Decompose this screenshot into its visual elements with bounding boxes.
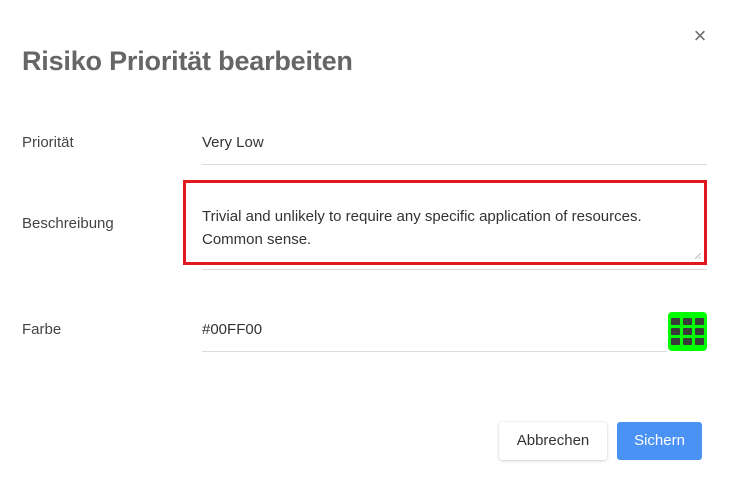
save-button[interactable]: Sichern [617, 422, 702, 460]
grid-icon [671, 318, 680, 325]
priority-label: Priorität [22, 134, 74, 151]
edit-priority-dialog: × Risiko Priorität bearbeiten Priorität … [0, 0, 739, 479]
priority-field[interactable]: Very Low [202, 134, 707, 165]
description-value: Trivial and unlikely to require any spec… [202, 208, 642, 248]
color-value: #00FF00 [202, 321, 263, 338]
color-label: Farbe [22, 321, 62, 338]
resize-handle-icon[interactable] [695, 253, 701, 259]
dialog-title: Risiko Priorität bearbeiten [22, 46, 353, 76]
cancel-button[interactable]: Abbrechen [499, 422, 607, 460]
description-label: Beschreibung [22, 215, 114, 232]
close-icon[interactable]: × [690, 25, 710, 47]
color-field[interactable]: #00FF00 [202, 321, 667, 352]
color-picker-button[interactable] [668, 312, 707, 351]
priority-value: Very Low [202, 134, 264, 151]
description-textarea[interactable]: Trivial and unlikely to require any spec… [183, 180, 707, 265]
